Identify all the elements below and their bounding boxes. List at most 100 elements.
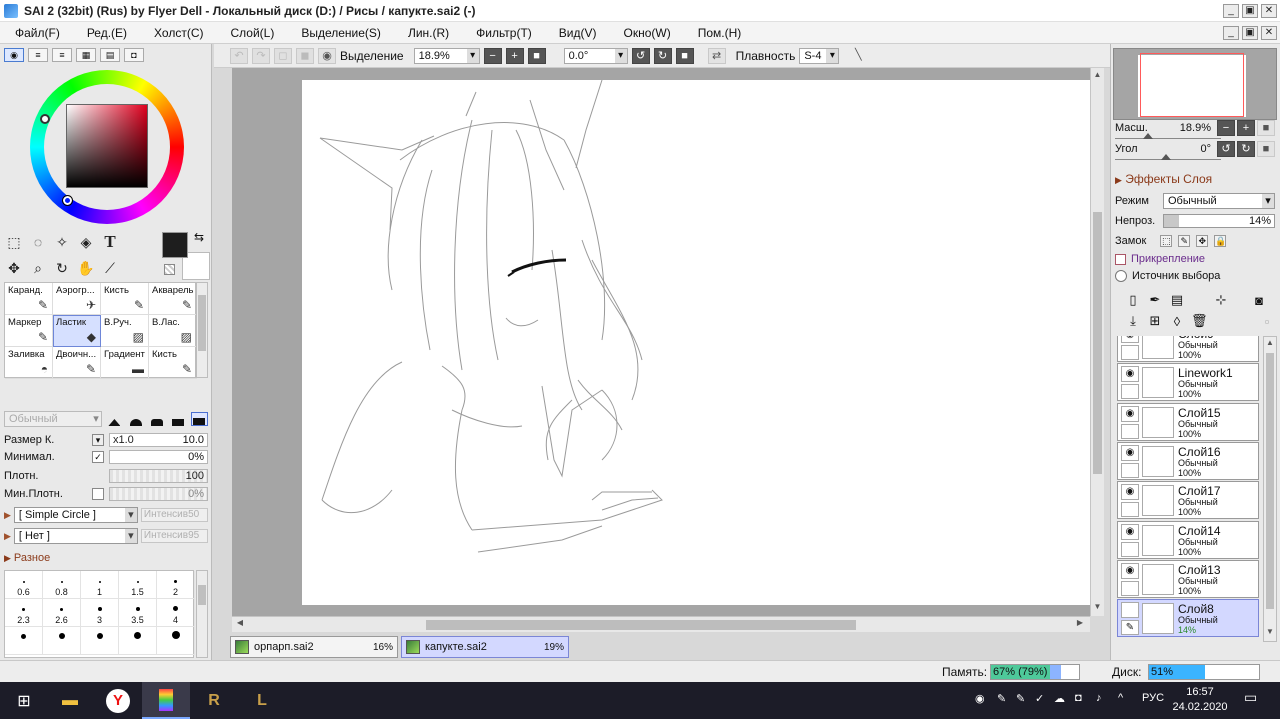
nav-rotate-right-button[interactable]: ↻ xyxy=(1237,141,1255,157)
zoom-select[interactable]: 18.9% xyxy=(413,47,480,64)
brush-8[interactable]: В.Лас. ▨ xyxy=(149,315,197,347)
stabilizer-select[interactable]: S-4 xyxy=(799,47,840,64)
navigator-preview[interactable] xyxy=(1113,48,1277,120)
eyedropper-icon[interactable]: ⟋ xyxy=(100,258,120,278)
misc-section-header[interactable]: ▶ Разное xyxy=(4,552,50,564)
brush-shape-5-button[interactable] xyxy=(190,412,208,426)
brush-6[interactable]: Ластик ◆ xyxy=(53,315,101,347)
brush-9[interactable]: Заливка ◓ xyxy=(5,347,53,379)
color-wheel[interactable] xyxy=(30,70,184,224)
density-field[interactable]: 100 xyxy=(109,469,208,483)
menu-selection[interactable]: Выделение(S) xyxy=(286,26,393,40)
scroll-down-icon[interactable]: ▼ xyxy=(1092,602,1103,614)
brush-size-field[interactable]: x1.0 10.0 xyxy=(109,433,208,447)
scroll-down-icon[interactable]: ▼ xyxy=(1265,627,1275,636)
rect-select-icon[interactable]: ⬚ xyxy=(4,232,24,252)
tray-volume-icon[interactable]: ♪ xyxy=(1096,692,1102,704)
league-of-legends-icon[interactable]: L xyxy=(238,682,286,719)
doc-close-button[interactable]: ✕ xyxy=(1261,25,1277,40)
brush-size-preset[interactable]: 3.5 xyxy=(119,599,157,627)
main-color-swatch[interactable] xyxy=(162,232,188,258)
transparent-color-icon[interactable] xyxy=(164,264,175,275)
eye-icon[interactable]: ◉ xyxy=(1121,336,1139,343)
brush-texture-select[interactable]: [ Нет ] xyxy=(13,528,138,544)
nav-zoom-slider[interactable] xyxy=(1143,133,1153,139)
brush-7[interactable]: В.Руч. ▨ xyxy=(101,315,149,347)
tray-cloud-icon[interactable]: ☁ xyxy=(1054,692,1065,705)
tray-chat-icon[interactable]: ◉ xyxy=(975,692,985,705)
scroll-left-icon[interactable]: ◀ xyxy=(234,618,246,630)
brush-size-preset[interactable]: 1 xyxy=(81,571,119,599)
hue-knob[interactable] xyxy=(40,114,50,124)
layer-row[interactable]: ◉Слой9Обычный100% xyxy=(1117,336,1259,362)
tray-tool-icon[interactable]: ✎ xyxy=(1016,692,1025,705)
horizontal-scroll-thumb[interactable] xyxy=(426,620,856,630)
brush-10[interactable]: Двоичн... ✎ xyxy=(53,347,101,379)
tray-expand-icon[interactable]: ^ xyxy=(1118,692,1123,704)
brush-1[interactable]: Каранд. ✎ xyxy=(5,283,53,315)
layer-row[interactable]: ◉ Linework1 Обычный 100% xyxy=(1117,363,1259,402)
brush-shape-select[interactable]: [ Simple Circle ] xyxy=(13,507,138,523)
eye-icon[interactable]: ◉ xyxy=(1121,366,1139,383)
min-size-checkbox[interactable]: ✓ xyxy=(92,451,104,463)
sv-knob[interactable] xyxy=(62,195,73,206)
selection-source-radio[interactable] xyxy=(1115,270,1127,282)
riot-client-icon[interactable]: R xyxy=(190,682,238,719)
rotate-left-button[interactable]: ↺ xyxy=(631,47,650,64)
invert-selection-button[interactable]: ◼ xyxy=(296,47,314,64)
brush-size-preset[interactable]: 4 xyxy=(157,599,195,627)
brush-shape-4-button[interactable] xyxy=(169,412,186,426)
brush-2[interactable]: Аэрогр... ✈ xyxy=(53,283,101,315)
lock-move-icon[interactable]: ✥ xyxy=(1196,235,1209,247)
layer-list-scrollbar[interactable]: ▲ ▼ xyxy=(1263,336,1277,642)
shape-tool-icon[interactable]: ◈ xyxy=(76,232,96,252)
brush-11[interactable]: Градиент ▬ xyxy=(101,347,149,379)
brush-mode-select[interactable]: Обычный xyxy=(4,411,102,427)
file-explorer-icon[interactable]: ▬ xyxy=(46,682,94,719)
layer-link-box[interactable] xyxy=(1121,502,1139,518)
lock-paint-icon[interactable]: ✎ xyxy=(1178,235,1191,247)
layer-row[interactable]: ◉ Слой14 Обычный 100% xyxy=(1117,520,1259,559)
brush-4[interactable]: Акварель ✎ xyxy=(149,283,197,315)
doc-maximize-button[interactable]: ▣ xyxy=(1242,25,1258,40)
magic-wand-icon[interactable]: ✧ xyxy=(52,232,72,252)
tray-network-icon[interactable]: ◘ xyxy=(1075,692,1082,704)
layer-link-box[interactable] xyxy=(1121,345,1139,360)
zoom-out-button[interactable]: − xyxy=(483,47,502,64)
sai-app-icon[interactable] xyxy=(142,682,190,719)
brush-3[interactable]: Кисть ✎ xyxy=(101,283,149,315)
layer-link-box[interactable] xyxy=(1121,384,1139,400)
brush-grid-scrollbar[interactable] xyxy=(196,282,208,378)
layer-transform-icon[interactable]: ⊹ xyxy=(1213,292,1229,308)
apply-mask-icon[interactable]: ▫ xyxy=(1259,314,1275,329)
eye-icon[interactable]: ◉ xyxy=(1121,523,1139,540)
layer-scroll-thumb[interactable] xyxy=(1266,353,1274,609)
brush-size-preset[interactable] xyxy=(43,627,81,655)
zoom-in-button[interactable]: + xyxy=(505,47,524,64)
layer-link-box[interactable] xyxy=(1121,462,1139,478)
canvas-area[interactable] xyxy=(232,68,1090,616)
nav-rotate-left-button[interactable]: ↺ xyxy=(1217,141,1235,157)
brush-shape-2-button[interactable] xyxy=(127,412,144,426)
eye-icon[interactable]: ◉ xyxy=(1121,484,1139,501)
clear-layer-icon[interactable]: ◊ xyxy=(1169,314,1185,329)
eye-icon[interactable]: ◉ xyxy=(1121,444,1139,461)
brush-size-preset[interactable] xyxy=(5,627,43,655)
scroll-up-icon[interactable]: ▲ xyxy=(1265,338,1275,347)
brush-shape-1-button[interactable] xyxy=(106,412,123,426)
tray-pen-icon[interactable]: ✎ xyxy=(997,692,1006,705)
doc-tab-1[interactable]: орпарп.sai2 16% xyxy=(230,636,398,658)
layer-row[interactable]: ◉ Слой16 Обычный 100% xyxy=(1117,441,1259,480)
menu-help[interactable]: Пом.(H) xyxy=(683,26,754,40)
menu-window[interactable]: Окно(W) xyxy=(609,26,683,40)
doc-minimize-button[interactable]: _ xyxy=(1223,25,1239,40)
menu-edit[interactable]: Ред.(E) xyxy=(72,26,139,40)
brush-shape-intensity[interactable]: Интенсив50 xyxy=(140,508,208,522)
zoom-icon[interactable]: ⌕ xyxy=(28,258,48,278)
lasso-icon[interactable]: ◌ xyxy=(28,232,48,252)
notifications-icon[interactable]: ▭ xyxy=(1244,689,1257,706)
rotate-right-button[interactable]: ↻ xyxy=(653,47,672,64)
brush-size-preset[interactable]: 2.3 xyxy=(5,599,43,627)
menu-file[interactable]: Файл(F) xyxy=(0,26,72,40)
menu-canvas[interactable]: Холст(C) xyxy=(139,26,215,40)
